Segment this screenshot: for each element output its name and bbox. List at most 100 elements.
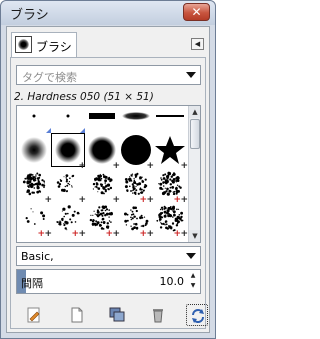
brush-dab (93, 210, 95, 212)
brush-cell[interactable]: + + (119, 201, 154, 239)
brush-dab (94, 213, 96, 215)
brush-dab (140, 188, 143, 191)
brush-cell[interactable] (51, 106, 85, 133)
brush-dab (166, 187, 169, 191)
brush-dab (132, 188, 135, 191)
brushes-dialog-window: ブラシ ✕ ブラシ ◀ タグで検索 2. Hardness 050 (51 × … (0, 0, 216, 339)
brush-dab (104, 185, 107, 188)
brush-dab (129, 185, 131, 188)
new-brush-button[interactable] (66, 304, 88, 326)
brush-dab (108, 209, 110, 211)
view-mode-value: Basic, (21, 250, 54, 263)
brush-dab (110, 221, 112, 223)
brush-dab (66, 229, 68, 231)
brush-cell[interactable]: + (51, 167, 86, 205)
brush-cell[interactable]: + (119, 133, 154, 171)
brush-dab (62, 207, 66, 211)
brush-dab (141, 179, 143, 181)
spacing-spinner[interactable]: ▲ ▼ (187, 271, 199, 292)
brush-dab (100, 191, 104, 195)
brush-dab (130, 218, 132, 221)
brush-dab (28, 191, 30, 194)
brush-dab (145, 219, 149, 223)
scroll-down-icon[interactable]: ▼ (189, 230, 200, 242)
brush-dab (164, 187, 166, 189)
brush-dab (170, 175, 173, 178)
brush-dab (95, 177, 99, 181)
brush-cell[interactable] (85, 106, 119, 133)
brush-dab (131, 190, 133, 192)
brush-cell[interactable] (153, 106, 187, 133)
brush-dab (143, 189, 145, 191)
spin-up-icon[interactable]: ▲ (187, 271, 199, 281)
spacing-value: 10.0 (159, 275, 185, 288)
brush-cell[interactable]: + + (119, 167, 154, 205)
brush-dab (170, 206, 172, 208)
brush-dab (95, 182, 99, 186)
brush-grid-scrollbar[interactable]: ▲ ▼ (188, 106, 200, 242)
window-title: ブラシ (10, 8, 49, 23)
brush-dab (169, 172, 171, 174)
brush-dab (139, 187, 142, 189)
close-icon: ✕ (191, 5, 202, 19)
brush-cell[interactable]: + + (153, 201, 188, 239)
tag-filter-combo[interactable]: タグで検索 (16, 65, 201, 85)
brush-dab (172, 216, 174, 218)
brush-dab (165, 226, 168, 230)
scrollbar-thumb[interactable] (190, 119, 200, 149)
brush-dab (126, 213, 129, 216)
pencil-icon (27, 307, 40, 323)
spin-down-icon[interactable]: ▼ (187, 281, 199, 291)
brush-dab (171, 180, 175, 184)
close-button[interactable]: ✕ (183, 3, 210, 21)
brush-dab (176, 216, 180, 219)
brush-dab (69, 177, 71, 179)
edit-brush-button[interactable] (23, 304, 45, 326)
scroll-up-icon[interactable]: ▲ (189, 106, 200, 118)
brush-dab (176, 208, 178, 211)
title-bar[interactable]: ブラシ ✕ (1, 1, 215, 25)
brush-dab (99, 174, 102, 178)
brush-dab (126, 219, 129, 222)
brush-dab (95, 220, 97, 222)
duplicate-brush-button[interactable] (106, 304, 128, 326)
brush-dab (96, 186, 98, 189)
brush-dab (65, 180, 68, 183)
duplicate-icon (109, 307, 125, 322)
brush-preview-icon (15, 36, 32, 53)
brush-dab (33, 187, 36, 189)
delete-brush-button[interactable] (147, 304, 169, 326)
brush-cell[interactable] (119, 106, 153, 133)
brush-dab (71, 213, 75, 217)
brush-cell[interactable]: + (17, 167, 52, 205)
refresh-brushes-button[interactable] (186, 304, 208, 326)
brush-cell[interactable]: + (85, 167, 120, 205)
brush-cell[interactable] (17, 106, 51, 133)
brush-dab (133, 177, 135, 180)
brush-dab (160, 222, 162, 224)
brush-dab (108, 220, 111, 222)
brush-cell[interactable]: + + (85, 201, 120, 239)
brush-dab (144, 184, 147, 186)
brush-dab (138, 182, 142, 186)
brush-cell[interactable]: + + (153, 167, 188, 205)
brush-dab (130, 209, 132, 211)
brush-dab (93, 223, 96, 226)
spacing-slider[interactable]: 間隔 10.0 ▲ ▼ (16, 269, 201, 294)
brush-cell[interactable]: + + (17, 201, 52, 239)
view-mode-combo[interactable]: Basic, (16, 246, 201, 266)
brush-cell[interactable]: + + (51, 201, 86, 239)
brush-dab (102, 212, 105, 215)
tab-brushes[interactable]: ブラシ (11, 32, 77, 57)
brush-cell[interactable]: + (153, 133, 188, 171)
brush-dab (76, 211, 80, 215)
brush-dab (177, 176, 180, 179)
brush-dab (27, 185, 30, 188)
tag-filter-placeholder: タグで検索 (22, 71, 77, 84)
brush-cell[interactable] (17, 133, 51, 167)
brush-dab (166, 192, 170, 196)
brush-cell-selected[interactable]: + (51, 133, 86, 171)
brush-dab (136, 217, 138, 220)
brush-cell[interactable]: + (85, 133, 120, 171)
tab-menu-button[interactable]: ◀ (191, 38, 204, 50)
